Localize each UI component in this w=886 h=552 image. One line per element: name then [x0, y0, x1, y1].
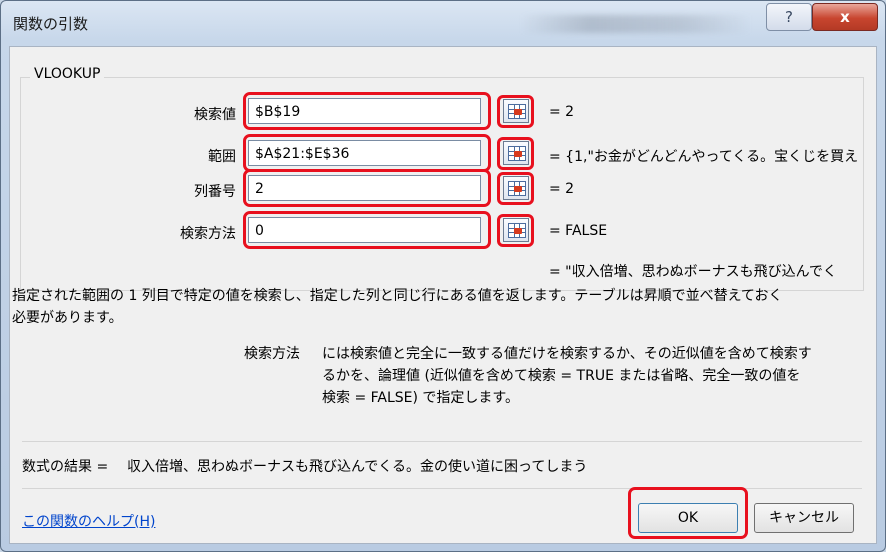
cancel-button[interactable]: キャンセル	[754, 503, 854, 533]
highlight-table-array	[243, 134, 491, 172]
function-help-link[interactable]: この関数のヘルプ(H)	[22, 511, 155, 531]
close-button[interactable]: x	[812, 3, 878, 31]
function-result-preview: = "収入倍増、思わぬボーナスも飛び込んでく	[549, 264, 837, 280]
arg-result-col-index: = 2	[549, 181, 575, 197]
highlight-ref-col-index	[497, 172, 534, 205]
function-name: VLOOKUP	[30, 66, 105, 82]
arg-label-col-index: 列番号	[194, 184, 236, 200]
function-description-line2: 必要があります。	[12, 310, 123, 326]
highlight-ref-lookup-value	[497, 95, 534, 128]
title-bar[interactable]: 関数の引数 ? x	[1, 1, 885, 45]
divider-top	[22, 441, 862, 442]
highlight-lookup-value	[243, 92, 491, 130]
arg-result-lookup-value: = 2	[549, 104, 575, 120]
window-title: 関数の引数	[13, 15, 89, 33]
highlight-ref-range-lookup	[497, 214, 534, 247]
highlight-col-index	[243, 169, 491, 207]
function-arguments-dialog: 関数の引数 ? x VLOOKUP 検索値 $B$19 = 2 範囲 $A$21…	[0, 0, 886, 552]
arg-label-table-array: 範囲	[208, 149, 236, 165]
formula-result-value: 収入倍増、思わぬボーナスも飛び込んでくる。金の使い道に困ってしまう	[127, 459, 588, 475]
arg-result-table-array: = {1,"お金がどんどんやってくる。宝くじを買え	[549, 149, 859, 165]
arg-help-line1: には検索値と完全に一致する値だけを検索するか、その近似値を含めて検索す	[322, 346, 812, 362]
dialog-body: VLOOKUP 検索値 $B$19 = 2 範囲 $A$21:$E$36 = {…	[9, 46, 877, 544]
blurred-title-background	[521, 15, 751, 33]
arg-help-name: 検索方法	[244, 346, 300, 362]
formula-result-label: 数式の結果 =	[22, 459, 109, 475]
arg-label-lookup-value: 検索値	[194, 107, 236, 123]
arg-label-range-lookup: 検索方法	[180, 226, 236, 242]
arg-help-line3: 検索 = FALSE) で指定します。	[322, 390, 520, 406]
help-button[interactable]: ?	[766, 3, 812, 31]
arg-result-range-lookup: = FALSE	[549, 223, 608, 239]
highlight-ref-table-array	[497, 137, 534, 170]
function-description-line1: 指定された範囲の 1 列目で特定の値を検索し、指定した列と同じ行にある値を返しま…	[12, 288, 783, 304]
highlight-range-lookup	[243, 211, 491, 249]
arg-help-line2: るかを、論理値 (近似値を含めて検索 = TRUE または省略、完全一致の値を	[322, 368, 801, 384]
highlight-ok-button	[628, 487, 748, 539]
